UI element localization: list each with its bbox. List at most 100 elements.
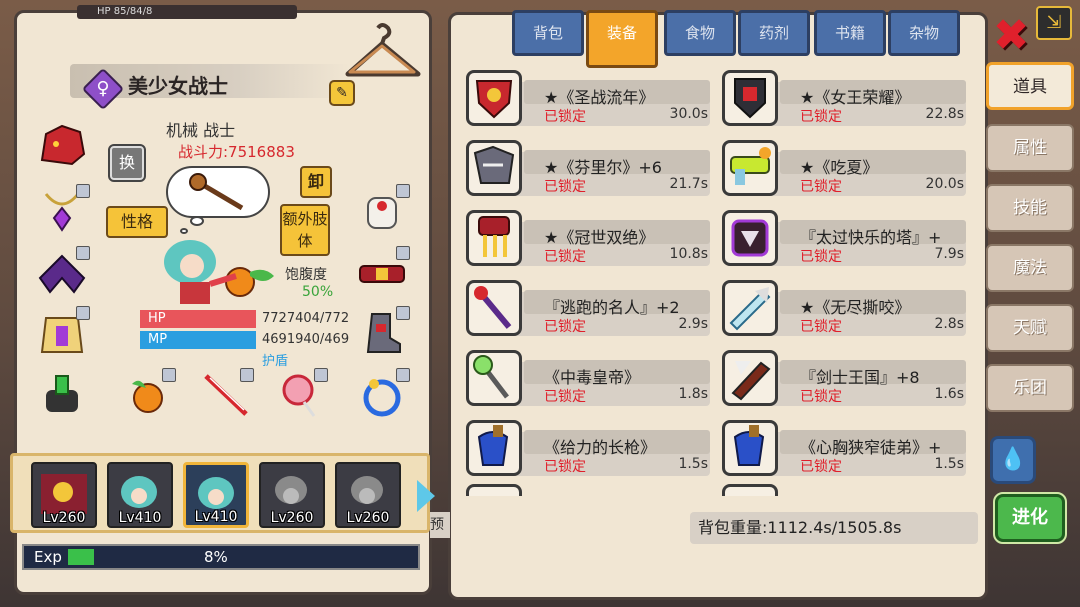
item-card[interactable]: 《给力的长枪》 已锁定 1.5s [464, 412, 710, 476]
party-level: Lv410 [194, 509, 238, 525]
tab-5[interactable]: 杂物 [888, 10, 960, 56]
item-lock-status: 已锁定 [800, 319, 842, 335]
top-hp-value: 85/84/8 [113, 6, 153, 17]
item-card[interactable]: ★《无尽撕咬》 已锁定 2.8s [720, 272, 966, 336]
unequip-button[interactable]: 卸 [300, 166, 332, 198]
lock-badge-icon [76, 246, 90, 260]
close-button[interactable]: ✖ [990, 14, 1032, 58]
lock-badge-icon [396, 246, 410, 260]
item-name: ★《女王荣耀》 [800, 88, 911, 107]
item-card[interactable]: 《中毒皇帝》 已锁定 1.8s [464, 342, 710, 406]
staff-icon [189, 173, 244, 211]
item-lock-status: 已锁定 [800, 389, 842, 405]
equip-slot-accessory-2[interactable] [274, 368, 328, 424]
item-icon-frame [466, 70, 522, 126]
item-name: ★《圣战流年》 [544, 88, 655, 107]
item-card[interactable]: 『太过快乐的塔』+ 已锁定 7.9s [720, 202, 966, 266]
side-menu-item[interactable]: 天赋 [986, 304, 1074, 352]
equip-slot-cloak[interactable] [36, 246, 90, 302]
equip-slot-boots[interactable] [356, 306, 410, 362]
party-next-arrow-icon[interactable] [417, 480, 435, 512]
equip-slot-ring-left[interactable] [36, 370, 88, 424]
hp-label: HP [148, 311, 166, 326]
satiety-label: 饱腹度 [285, 267, 327, 283]
party-member-2[interactable]: Lv410 [107, 462, 173, 528]
exp-fill [68, 549, 94, 565]
equip-slot-weapon[interactable] [200, 368, 254, 424]
evolve-button[interactable]: 进化 [993, 492, 1067, 544]
item-lock-status: 已锁定 [800, 179, 842, 195]
item-card[interactable]: 『逃跑的名人』+2 已锁定 2.9s [464, 272, 710, 336]
item-name: 『逃跑的名人』+2 [544, 298, 680, 317]
equipment-icon [730, 147, 771, 185]
item-lock-status: 已锁定 [544, 109, 586, 125]
side-menu-item[interactable]: 魔法 [986, 244, 1074, 292]
tab-4[interactable]: 书籍 [814, 10, 886, 56]
hp-bar: HP 7727404/772 [140, 310, 355, 328]
item-icon-frame [722, 350, 778, 406]
item-icon-frame [466, 140, 522, 196]
party-member-4[interactable]: Lv260 [259, 462, 325, 528]
party-level: Lv260 [270, 510, 314, 526]
item-card[interactable]: ★《圣战流年》 已锁定 30.0s [464, 68, 710, 126]
equip-slot-gloves[interactable] [356, 184, 410, 240]
party-member-3[interactable]: Lv410 [183, 462, 249, 528]
tab-1[interactable]: 装备 [586, 10, 658, 68]
shield-label: 护盾 [262, 354, 289, 369]
item-icon-frame [722, 280, 778, 336]
item-weight: 10.8s [669, 246, 708, 262]
item-name: 《中毒皇帝》 [544, 368, 641, 387]
item-name: 《心胸狭窄徒弟》+ [800, 438, 942, 457]
item-weight: 2.8s [934, 316, 964, 332]
party-member-5[interactable]: Lv260 [335, 462, 401, 528]
item-card[interactable]: ★《女王荣耀》 已锁定 22.8s [720, 68, 966, 126]
item-card[interactable]: ★《吃夏》 已锁定 20.0s [720, 132, 966, 196]
item-card[interactable]: ★《冠世双绝》 已锁定 10.8s [464, 202, 710, 266]
item-card[interactable]: 『剑士王国』+8 已锁定 1.6s [720, 342, 966, 406]
side-menu-item[interactable]: 属性 [986, 124, 1074, 172]
equip-slot-head[interactable] [36, 120, 88, 174]
lock-badge-icon [396, 184, 410, 198]
item-icon-frame [722, 420, 778, 476]
side-menu-item[interactable]: 乐团 [986, 364, 1074, 412]
water-drop-icon: 💧 [999, 447, 1027, 472]
equip-slot-ring-right[interactable] [356, 368, 410, 424]
tab-0[interactable]: 背包 [512, 10, 584, 56]
extra-limb-button[interactable]: 额外肢体 [280, 204, 330, 256]
lock-badge-icon [396, 306, 410, 320]
equipment-icon [473, 355, 509, 399]
edit-name-button[interactable]: ✎ [329, 80, 355, 106]
equip-slot-neck[interactable] [36, 184, 90, 240]
item-icon-partial [722, 484, 778, 496]
character-sprite [164, 240, 274, 304]
tab-3[interactable]: 药剂 [738, 10, 810, 56]
hint-text: 预 [430, 512, 450, 538]
item-icon-frame [466, 280, 522, 336]
item-name: ★《冠世双绝》 [544, 228, 655, 247]
item-weight: 22.8s [925, 106, 964, 122]
exp-bar: Exp 8% [22, 544, 420, 570]
exit-button[interactable]: ⇲ [1036, 6, 1072, 40]
lock-badge-icon [240, 368, 254, 382]
lock-badge-icon [76, 184, 90, 198]
equip-slot-armor[interactable] [36, 306, 90, 362]
tab-2[interactable]: 食物 [664, 10, 736, 56]
swap-button[interactable]: 换 [108, 144, 146, 182]
equip-slot-belt[interactable] [356, 246, 410, 302]
side-menu-item[interactable]: 技能 [986, 184, 1074, 232]
equipment-icon [473, 145, 515, 184]
equip-slot-accessory-1[interactable] [122, 368, 176, 424]
item-weight: 7.9s [934, 246, 964, 262]
party-member-1[interactable]: Lv260 [31, 462, 97, 528]
lock-badge-icon [396, 368, 410, 382]
dragon-helmet-icon [40, 124, 86, 166]
side-menu-item[interactable]: 道具 [986, 62, 1074, 110]
item-card[interactable]: ★《芬里尔》+6 已锁定 21.7s [464, 132, 710, 196]
item-card[interactable]: 《心胸狭窄徒弟》+ 已锁定 1.5s [720, 412, 966, 476]
thought-dot [190, 216, 204, 226]
water-drop-button[interactable]: 💧 [990, 436, 1036, 484]
equipment-icon [731, 361, 771, 401]
equipment-icon [475, 80, 513, 119]
hanger-icon[interactable] [344, 20, 422, 80]
character-class: 机械 战士 [166, 121, 236, 140]
